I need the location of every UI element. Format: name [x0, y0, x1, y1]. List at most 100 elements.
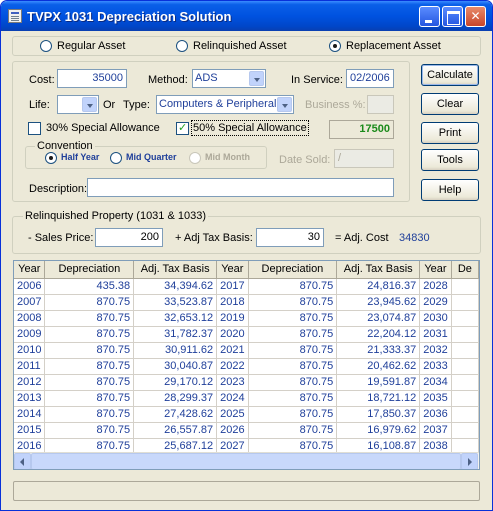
cell-depreciation[interactable]: 870.75 — [44, 326, 135, 343]
table-row[interactable]: 2007 870.75 33,523.87 2018 870.75 23,945.62 20… — [14, 294, 479, 311]
cell-year[interactable]: 2035 — [419, 390, 452, 407]
special-allowance-30-label[interactable]: 30% Special Allowance — [46, 122, 160, 134]
cell-year[interactable]: 2006 — [14, 278, 46, 295]
cell-year[interactable]: 2017 — [216, 278, 249, 295]
cell-depreciation[interactable] — [451, 342, 479, 359]
scrollbar-thumb[interactable] — [31, 453, 461, 469]
cell-adj-tax-basis[interactable]: 18,721.12 — [336, 390, 421, 407]
cell-year[interactable]: 2021 — [216, 342, 249, 359]
cell-depreciation[interactable]: 870.75 — [248, 406, 338, 423]
cell-year[interactable]: 2036 — [419, 406, 452, 423]
cell-adj-tax-basis[interactable]: 19,591.87 — [336, 374, 421, 391]
clear-button[interactable]: Clear — [421, 93, 479, 115]
radio-half-year[interactable] — [45, 152, 57, 164]
cell-depreciation[interactable]: 870.75 — [44, 358, 135, 375]
cell-depreciation[interactable]: 870.75 — [44, 294, 135, 311]
header-year[interactable]: Year — [14, 261, 46, 279]
replacement-asset-label[interactable]: Replacement Asset — [346, 40, 441, 52]
cell-depreciation[interactable]: 870.75 — [248, 310, 338, 327]
cell-year[interactable]: 2024 — [216, 390, 249, 407]
cell-depreciation[interactable] — [451, 390, 479, 407]
table-row[interactable]: 2012 870.75 29,170.12 2023 870.75 19,591.87 20… — [14, 374, 479, 391]
regular-asset-label[interactable]: Regular Asset — [57, 40, 125, 52]
cell-depreciation[interactable]: 870.75 — [44, 374, 135, 391]
cell-depreciation[interactable] — [451, 310, 479, 327]
calculate-button[interactable]: Calculate — [421, 64, 479, 86]
cell-depreciation[interactable] — [451, 294, 479, 311]
table-row[interactable]: 2008 870.75 32,653.12 2019 870.75 23,074.87 20… — [14, 310, 479, 327]
print-button[interactable]: Print — [421, 122, 479, 144]
special-allowance-50-label[interactable]: 50% Special Allowance — [191, 120, 309, 136]
cell-year[interactable]: 2011 — [14, 358, 46, 375]
header-year[interactable]: Year — [419, 261, 452, 279]
cell-year[interactable]: 2030 — [419, 310, 452, 327]
cell-adj-tax-basis[interactable]: 30,040.87 — [133, 358, 218, 375]
scroll-left-icon[interactable] — [14, 453, 31, 469]
radio-replacement-asset[interactable] — [329, 40, 341, 52]
cell-year[interactable]: 2015 — [14, 422, 46, 439]
radio-regular-asset[interactable] — [40, 40, 52, 52]
header-depreciation[interactable]: De — [451, 261, 479, 279]
minimize-icon[interactable] — [419, 6, 440, 27]
sales-price-input[interactable]: 200 — [95, 228, 163, 247]
mid-quarter-label[interactable]: Mid Quarter — [126, 152, 177, 162]
tools-button[interactable]: Tools — [421, 149, 479, 171]
cell-depreciation[interactable]: 435.38 — [44, 278, 135, 295]
method-select[interactable]: ADS — [192, 69, 266, 88]
cell-depreciation[interactable] — [451, 326, 479, 343]
cell-adj-tax-basis[interactable]: 29,170.12 — [133, 374, 218, 391]
cell-adj-tax-basis[interactable]: 23,074.87 — [336, 310, 421, 327]
horizontal-scrollbar[interactable] — [14, 452, 479, 469]
cell-depreciation[interactable]: 870.75 — [248, 326, 338, 343]
description-input[interactable] — [87, 178, 394, 197]
cell-year[interactable]: 2014 — [14, 406, 46, 423]
cell-adj-tax-basis[interactable]: 27,428.62 — [133, 406, 218, 423]
depreciation-grid[interactable]: Year Depreciation Adj. Tax Basis Year De… — [13, 260, 480, 470]
cell-year[interactable]: 2007 — [14, 294, 46, 311]
scroll-right-icon[interactable] — [461, 453, 478, 469]
cell-year[interactable]: 2019 — [216, 310, 249, 327]
cell-year[interactable]: 2032 — [419, 342, 452, 359]
cell-year[interactable]: 2009 — [14, 326, 46, 343]
cell-depreciation[interactable]: 870.75 — [248, 374, 338, 391]
radio-mid-quarter[interactable] — [110, 152, 122, 164]
cell-year[interactable]: 2023 — [216, 374, 249, 391]
table-row[interactable]: 2014 870.75 27,428.62 2025 870.75 17,850.37 20… — [14, 406, 479, 423]
cell-year[interactable]: 2018 — [216, 294, 249, 311]
help-button[interactable]: Help — [421, 179, 479, 201]
cell-year[interactable]: 2025 — [216, 406, 249, 423]
chevron-down-icon[interactable] — [82, 97, 97, 112]
cell-adj-tax-basis[interactable]: 20,462.62 — [336, 358, 421, 375]
cell-year[interactable]: 2010 — [14, 342, 46, 359]
type-select[interactable]: Computers & Peripheral(5 — [156, 95, 294, 114]
table-row[interactable]: 2011 870.75 30,040.87 2022 870.75 20,462.62 20… — [14, 358, 479, 375]
cell-adj-tax-basis[interactable]: 30,911.62 — [133, 342, 218, 359]
cell-depreciation[interactable] — [451, 406, 479, 423]
cell-year[interactable]: 2034 — [419, 374, 452, 391]
maximize-icon[interactable] — [442, 6, 463, 27]
chevron-down-icon[interactable] — [277, 97, 292, 112]
cell-year[interactable]: 2013 — [14, 390, 46, 407]
cell-depreciation[interactable]: 870.75 — [44, 422, 135, 439]
cell-depreciation[interactable] — [451, 278, 479, 295]
cell-adj-tax-basis[interactable]: 34,394.62 — [133, 278, 218, 295]
cell-year[interactable]: 2031 — [419, 326, 452, 343]
cell-adj-tax-basis[interactable]: 21,333.37 — [336, 342, 421, 359]
close-icon[interactable]: ✕ — [465, 6, 486, 27]
header-year[interactable]: Year — [216, 261, 249, 279]
cell-adj-tax-basis[interactable]: 31,782.37 — [133, 326, 218, 343]
cell-adj-tax-basis[interactable]: 33,523.87 — [133, 294, 218, 311]
header-adj-tax-basis[interactable]: Adj. Tax Basis — [133, 261, 218, 279]
header-adj-tax-basis[interactable]: Adj. Tax Basis — [336, 261, 421, 279]
cell-adj-tax-basis[interactable]: 24,816.37 — [336, 278, 421, 295]
special-allowance-30-checkbox[interactable] — [28, 122, 41, 135]
cell-depreciation[interactable]: 870.75 — [248, 278, 338, 295]
relinquished-asset-label[interactable]: Relinquished Asset — [193, 40, 287, 52]
cell-depreciation[interactable]: 870.75 — [248, 342, 338, 359]
cell-year[interactable]: 2028 — [419, 278, 452, 295]
radio-relinquished-asset[interactable] — [176, 40, 188, 52]
table-row[interactable]: 2006 435.38 34,394.62 2017 870.75 24,816.37 20… — [14, 278, 479, 295]
cell-depreciation[interactable] — [451, 374, 479, 391]
cell-adj-tax-basis[interactable]: 16,979.62 — [336, 422, 421, 439]
cell-year[interactable]: 2012 — [14, 374, 46, 391]
